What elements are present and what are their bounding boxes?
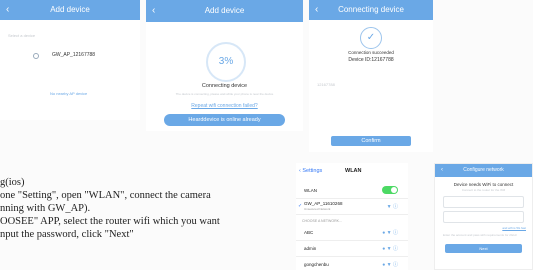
instruction-line-3: nning with GW_AP). bbox=[0, 203, 91, 214]
wifi-name-field[interactable] bbox=[443, 196, 524, 208]
device-online-button[interactable]: Hearddevice is online already bbox=[164, 114, 285, 126]
network-row[interactable]: admin ● ▼ ⓘ bbox=[296, 241, 408, 257]
screen-connecting-progress: ‹ Add device 3% Connecting device The de… bbox=[146, 0, 303, 131]
header: ‹ Connecting device bbox=[309, 0, 433, 20]
progress-ring: 3% bbox=[206, 42, 246, 82]
header: ‹ Add device bbox=[146, 0, 303, 22]
instruction-line-4: OOSEE" APP, select the router wifi which… bbox=[0, 216, 220, 227]
next-button[interactable]: Next bbox=[445, 244, 522, 253]
wlan-toggle-row: WLAN bbox=[296, 183, 408, 199]
network-name: ABC bbox=[304, 230, 314, 235]
wifi-lock-info-icon[interactable]: ● ▼ ⓘ bbox=[382, 261, 398, 268]
wifi-subheading: Connect to the router for the Wifi bbox=[461, 188, 506, 192]
connected-network-name: GW_AP_11610268 bbox=[304, 201, 343, 206]
fast-wifi-link[interactable]: and wifi is 5G fast bbox=[502, 226, 526, 230]
header: ‹ Configure network bbox=[435, 164, 532, 177]
network-row[interactable]: ABC ● ▼ ⓘ bbox=[296, 225, 408, 241]
success-text: Connection succeeded bbox=[348, 50, 394, 55]
status-text: Connecting device bbox=[201, 83, 248, 89]
screen-configure-network: ‹ Configure network Device needs WiFi to… bbox=[434, 163, 533, 270]
network-item[interactable]: GW_AP_12167788 bbox=[52, 52, 95, 58]
network-name: admin bbox=[304, 246, 317, 251]
instruction-line-5: nput the password, click "Next" bbox=[0, 229, 134, 240]
checkmark-icon: ✓ bbox=[298, 203, 303, 209]
connected-network-sub: Unsecured Network bbox=[304, 207, 331, 211]
header: ‹ Add device bbox=[0, 0, 140, 20]
page-title: Add device bbox=[50, 5, 90, 14]
wifi-heading: Device needs WiFi to connect bbox=[453, 182, 514, 187]
instruction-line-1: g(ios) bbox=[0, 177, 25, 188]
network-name: gongchenbu bbox=[304, 262, 329, 267]
page-title: WLAN bbox=[345, 168, 362, 174]
confirm-button[interactable]: Confirm bbox=[331, 136, 411, 146]
page-title: Configure network bbox=[463, 167, 504, 173]
back-arrow-icon[interactable]: ‹ bbox=[441, 164, 443, 177]
hint-text: Select a device bbox=[8, 33, 36, 38]
radio-icon[interactable] bbox=[33, 53, 39, 59]
network-row[interactable]: gongchenbu ● ▼ ⓘ bbox=[296, 257, 408, 270]
wifi-lock-info-icon[interactable]: ● ▼ ⓘ bbox=[382, 229, 398, 236]
no-ap-link[interactable]: No nearby AP device bbox=[50, 91, 87, 96]
page-title: Add device bbox=[204, 6, 245, 15]
page-title: Connecting device bbox=[338, 5, 404, 14]
back-arrow-icon[interactable]: ‹ bbox=[152, 0, 155, 22]
back-arrow-icon[interactable]: ‹ bbox=[315, 0, 318, 20]
repeat-failed-link[interactable]: Repeat wifi connection failed? bbox=[146, 103, 303, 109]
wlan-toggle[interactable] bbox=[382, 186, 398, 194]
instruction-line-2: one "Setting", open "WLAN", connect the … bbox=[0, 190, 211, 201]
check-circle-icon: ✓ bbox=[360, 27, 382, 49]
screen-connection-succeeded: ‹ Connecting device ✓ Connection succeed… bbox=[309, 0, 433, 152]
connected-network-row[interactable]: ✓ GW_AP_11610268 Unsecured Network ▼ ⓘ bbox=[296, 199, 408, 215]
wlan-label: WLAN bbox=[304, 188, 318, 193]
note-text: Enter the account and pass with requirem… bbox=[443, 233, 517, 237]
back-arrow-icon[interactable]: ‹ bbox=[6, 0, 9, 20]
ios-nav-bar: ‹ Settings WLAN bbox=[296, 163, 408, 179]
section-header: CHOOSE A NETWORK... bbox=[302, 219, 342, 223]
progress-percent: 3% bbox=[218, 56, 234, 67]
device-id-label: 12167788 bbox=[317, 82, 335, 87]
screen-ios-wlan: ‹ Settings WLAN WLAN ✓ GW_AP_11610268 Un… bbox=[296, 163, 408, 270]
device-id-text: Device ID:12167788 bbox=[348, 57, 394, 63]
settings-back-link[interactable]: ‹ Settings bbox=[299, 168, 322, 174]
screen-add-device: ‹ Add device Select a device GW_AP_12167… bbox=[0, 0, 140, 120]
wifi-password-field[interactable] bbox=[443, 211, 524, 223]
wifi-info-icon[interactable]: ▼ ⓘ bbox=[387, 203, 398, 210]
wifi-lock-info-icon[interactable]: ● ▼ ⓘ bbox=[382, 245, 398, 252]
status-description: The device is connecting, please wait wh… bbox=[175, 92, 274, 96]
